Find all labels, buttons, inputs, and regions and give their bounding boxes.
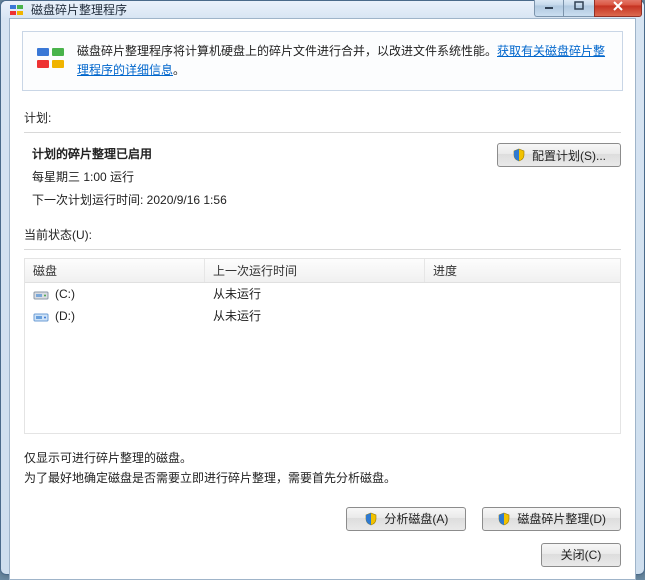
divider — [24, 132, 621, 133]
table-header: 磁盘 上一次运行时间 进度 — [25, 259, 620, 283]
col-header-progress[interactable]: 进度 — [425, 259, 620, 282]
window-close-button[interactable] — [594, 0, 642, 17]
shield-icon — [497, 512, 511, 526]
disk-name: (C:) — [55, 287, 75, 301]
table-row[interactable]: (C:) 从未运行 — [25, 283, 620, 305]
status-label: 当前状态(U): — [24, 226, 621, 243]
close-row: 关闭(C) — [24, 543, 621, 567]
configure-schedule-button[interactable]: 配置计划(S)... — [497, 143, 621, 167]
footer-line1: 仅显示可进行碎片整理的磁盘。 — [24, 448, 621, 468]
disk-table: 磁盘 上一次运行时间 进度 (C:) 从未运行 (D:) 从未运行 — [24, 258, 621, 434]
col-header-disk[interactable]: 磁盘 — [25, 259, 205, 282]
drive-icon — [33, 287, 49, 301]
app-icon — [9, 2, 25, 18]
titlebar[interactable]: 磁盘碎片整理程序 — [1, 1, 644, 18]
footer-line2: 为了最好地确定磁盘是否需要立即进行碎片整理，需要首先分析磁盘。 — [24, 468, 621, 488]
info-banner: 磁盘碎片整理程序将计算机硬盘上的碎片文件进行合并，以改进文件系统性能。获取有关磁… — [22, 31, 623, 91]
divider — [24, 249, 621, 250]
schedule-label: 计划: — [24, 109, 621, 126]
close-label: 关闭(C) — [561, 546, 602, 563]
col-header-last-run[interactable]: 上一次运行时间 — [205, 259, 425, 282]
defrag-button[interactable]: 磁盘碎片整理(D) — [482, 507, 621, 531]
table-row[interactable]: (D:) 从未运行 — [25, 305, 620, 327]
schedule-text: 计划的碎片整理已启用 每星期三 1:00 运行 下一次计划运行时间: 2020/… — [32, 143, 485, 211]
analyze-label: 分析磁盘(A) — [384, 510, 448, 527]
schedule-line2: 下一次计划运行时间: 2020/9/16 1:56 — [32, 189, 485, 212]
window-controls — [534, 0, 644, 17]
shield-icon — [364, 512, 378, 526]
last-run-cell: 从未运行 — [205, 285, 425, 302]
schedule-title: 计划的碎片整理已启用 — [32, 143, 485, 166]
info-text-after: 。 — [173, 63, 185, 77]
drive-icon — [33, 309, 49, 323]
disk-name: (D:) — [55, 309, 75, 323]
last-run-cell: 从未运行 — [205, 307, 425, 324]
close-button[interactable]: 关闭(C) — [541, 543, 621, 567]
table-body: (C:) 从未运行 (D:) 从未运行 — [25, 283, 620, 327]
analyze-button[interactable]: 分析磁盘(A) — [346, 507, 466, 531]
info-text-body: 磁盘碎片整理程序将计算机硬盘上的碎片文件进行合并，以改进文件系统性能。 — [77, 44, 497, 58]
defrag-label: 磁盘碎片整理(D) — [517, 510, 606, 527]
defrag-icon — [35, 42, 67, 80]
configure-schedule-label: 配置计划(S)... — [532, 147, 606, 164]
action-buttons: 分析磁盘(A) 磁盘碎片整理(D) — [24, 507, 621, 531]
client-area: 磁盘碎片整理程序将计算机硬盘上的碎片文件进行合并，以改进文件系统性能。获取有关磁… — [9, 18, 636, 580]
window-frame: 磁盘碎片整理程序 磁盘碎片整理程序将计算机硬盘上的碎片文件进行合并，以改进文件系… — [0, 0, 645, 575]
footer-note: 仅显示可进行碎片整理的磁盘。 为了最好地确定磁盘是否需要立即进行碎片整理，需要首… — [24, 448, 621, 489]
shield-icon — [512, 148, 526, 162]
info-text: 磁盘碎片整理程序将计算机硬盘上的碎片文件进行合并，以改进文件系统性能。获取有关磁… — [77, 42, 610, 80]
window-title: 磁盘碎片整理程序 — [31, 1, 127, 18]
minimize-button[interactable] — [534, 0, 564, 17]
schedule-area: 计划的碎片整理已启用 每星期三 1:00 运行 下一次计划运行时间: 2020/… — [32, 143, 621, 211]
maximize-button[interactable] — [564, 0, 594, 17]
schedule-line1: 每星期三 1:00 运行 — [32, 166, 485, 189]
